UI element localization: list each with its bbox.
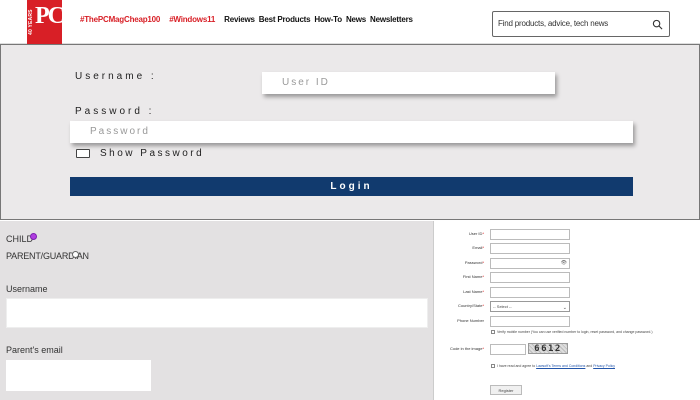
chevron-down-icon: ⌄ — [562, 305, 567, 311]
reg-userid-label: User ID* — [468, 231, 484, 236]
captcha-image: 6612 — [528, 343, 568, 354]
password-placeholder: Password — [90, 126, 150, 137]
reg-password-label: Password* — [464, 260, 484, 265]
nav-link-cheap100[interactable]: #ThePCMagCheap100 — [80, 15, 160, 24]
reg-country-label: Country/State* — [457, 303, 484, 308]
child-label: CHILD — [6, 234, 34, 244]
verify-mobile-checkbox[interactable] — [491, 330, 495, 334]
reg-email-label: Email* — [472, 245, 484, 250]
nav-link-best-products[interactable]: Best Products — [259, 15, 311, 24]
logo-pc-text: PC — [35, 3, 62, 29]
username-label: Username : — [75, 71, 157, 82]
agree-terms-checkbox[interactable] — [491, 364, 495, 368]
username-input[interactable]: User ID — [262, 72, 555, 94]
agree-terms-text: I have read and agree to Lawsoft's Terms… — [497, 364, 615, 368]
password-label: Password : — [75, 106, 155, 117]
page-root: 40 YEARS PC #ThePCMagCheap100 #Windows11… — [0, 0, 700, 400]
nav-link-reviews[interactable]: Reviews — [224, 15, 255, 24]
show-password-checkbox[interactable] — [76, 149, 90, 158]
reg-userid-input[interactable] — [490, 229, 570, 240]
captcha-input[interactable] — [490, 344, 526, 355]
signup-username-input[interactable] — [6, 298, 428, 328]
privacy-link[interactable]: Privacy Policy — [593, 364, 615, 368]
reg-firstname-input[interactable] — [490, 272, 570, 283]
reg-lastname-label: Last Name* — [463, 289, 484, 294]
terms-link[interactable]: Lawsoft's Terms and Conditions — [536, 364, 585, 368]
login-panel: Username : User ID Password : Password S… — [0, 44, 700, 220]
register-button[interactable]: Register — [490, 385, 522, 395]
parent-email-label: Parent's email — [6, 345, 63, 355]
search-placeholder: Find products, advice, tech news — [498, 19, 609, 28]
nav-link-newsletters[interactable]: Newsletters — [370, 15, 413, 24]
signup-section: CHILD PARENT/GUARDIAN Username Parent's … — [0, 221, 433, 400]
reg-phone-input[interactable] — [490, 316, 570, 327]
reg-country-select-value: -- Select -- — [493, 304, 512, 309]
site-header: 40 YEARS PC #ThePCMagCheap100 #Windows11… — [0, 0, 700, 44]
parent-guardian-radio[interactable] — [72, 251, 79, 258]
verify-mobile-text: Verify mobile number (You can use verifi… — [497, 330, 653, 334]
signup-username-label: Username — [6, 284, 48, 294]
parent-email-input[interactable] — [6, 360, 151, 391]
child-radio[interactable] — [30, 233, 37, 240]
reg-lastname-input[interactable] — [490, 287, 570, 298]
top-nav: #ThePCMagCheap100 #Windows11 Reviews Bes… — [80, 15, 417, 24]
register-form: User ID* Email* Password* 👁 First Name* … — [433, 221, 700, 400]
username-placeholder: User ID — [282, 77, 330, 88]
search-box[interactable]: Find products, advice, tech news — [492, 11, 670, 37]
password-toggle-icon[interactable]: 👁 — [561, 260, 567, 266]
reg-password-input[interactable]: 👁 — [490, 258, 570, 269]
pcmag-logo[interactable]: 40 YEARS PC — [27, 0, 62, 44]
reg-firstname-label: First Name* — [462, 274, 484, 279]
nav-link-how-to[interactable]: How-To — [314, 15, 342, 24]
reg-email-input[interactable] — [490, 243, 570, 254]
reg-phone-label: Phone Number — [457, 318, 484, 323]
show-password-label[interactable]: Show Password — [100, 148, 204, 159]
password-input[interactable]: Password — [70, 121, 633, 143]
search-icon[interactable] — [652, 19, 663, 30]
captcha-label: Code in the image* — [449, 346, 484, 351]
reg-country-select[interactable]: -- Select -- ⌄ — [490, 301, 570, 312]
nav-link-news[interactable]: News — [346, 15, 366, 24]
login-button[interactable]: Login — [70, 177, 633, 196]
nav-link-windows11[interactable]: #Windows11 — [169, 15, 215, 24]
